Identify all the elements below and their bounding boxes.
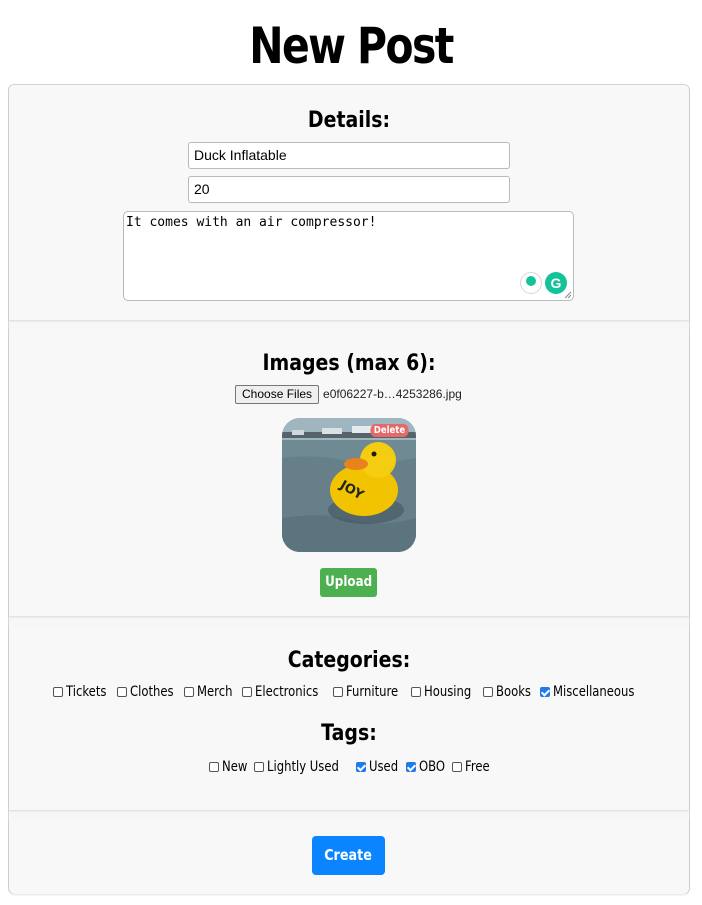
tag-label: New — [221, 759, 248, 775]
category-list: Tickets Clothes Merch Electronics Furnit… — [9, 684, 689, 700]
price-input[interactable]: 20 — [188, 176, 510, 203]
duck-photo: JOY — [282, 418, 416, 552]
tag-option-free[interactable]: Free — [452, 759, 491, 775]
images-heading: Images (max 6): — [262, 351, 436, 376]
file-picker[interactable]: Choose Files e0f06227-b…4253286.jpg — [235, 384, 462, 404]
category-checkbox[interactable] — [116, 687, 127, 697]
create-section: Create — [9, 820, 689, 894]
tag-label: Lightly Used — [267, 759, 340, 775]
choose-files-button[interactable]: Choose Files — [235, 384, 320, 404]
tag-checkbox[interactable] — [208, 762, 219, 772]
category-label: Books — [495, 684, 531, 700]
resize-handle-icon[interactable] — [564, 291, 572, 299]
delete-image-button[interactable]: Delete — [370, 424, 409, 437]
tag-list: New Lightly Used Used OBO Free — [9, 759, 689, 775]
post-form: Details: Duck Inflatable 20 It comes wit… — [8, 84, 690, 894]
category-label: Furniture — [346, 684, 399, 700]
category-checkbox[interactable] — [482, 687, 493, 697]
category-option-furniture[interactable]: Furniture — [333, 684, 403, 700]
tags-heading: Tags: — [321, 721, 377, 746]
tag-option-lightly-used[interactable]: Lightly Used — [254, 759, 348, 775]
tag-checkbox[interactable] — [254, 762, 265, 772]
category-option-housing[interactable]: Housing — [410, 684, 475, 700]
categories-section: Categories: Tickets Clothes Merch Electr… — [9, 625, 689, 810]
category-label: Merch — [197, 684, 233, 700]
category-label: Miscellaneous — [553, 684, 635, 700]
description-textarea[interactable]: It comes with an air compressor! G — [123, 211, 574, 301]
create-button-label: Create — [324, 846, 373, 864]
tag-label: Used — [368, 759, 399, 775]
category-checkbox[interactable] — [241, 687, 252, 697]
grammarly-suggestion-icon[interactable] — [520, 272, 542, 294]
category-option-clothes[interactable]: Clothes — [116, 684, 177, 700]
category-option-electronics[interactable]: Electronics — [241, 684, 325, 700]
tag-checkbox[interactable] — [406, 762, 417, 772]
category-checkbox[interactable] — [333, 687, 344, 697]
details-heading: Details: — [307, 108, 391, 133]
tag-label: OBO — [419, 759, 446, 775]
title-input[interactable]: Duck Inflatable — [188, 142, 510, 169]
description-text: It comes with an air compressor! — [126, 215, 377, 230]
upload-button[interactable]: Upload — [320, 568, 377, 597]
tag-label: Free — [465, 759, 491, 775]
category-checkbox[interactable] — [540, 687, 550, 697]
category-label: Housing — [423, 684, 472, 700]
images-section: Images (max 6): Choose Files e0f06227-b…… — [9, 328, 689, 616]
tag-option-new[interactable]: New — [208, 759, 248, 775]
category-option-miscellaneous[interactable]: Miscellaneous — [540, 684, 645, 700]
create-button[interactable]: Create — [312, 836, 385, 875]
selected-file-name: e0f06227-b…4253286.jpg — [323, 387, 462, 401]
category-option-books[interactable]: Books — [482, 684, 532, 700]
grammarly-widget[interactable]: G — [520, 272, 567, 294]
categories-heading: Categories: — [287, 648, 411, 673]
tag-option-used[interactable]: Used — [355, 759, 399, 775]
category-checkbox[interactable] — [184, 687, 195, 697]
category-label: Tickets — [65, 684, 107, 700]
details-section: Details: Duck Inflatable 20 It comes wit… — [9, 85, 689, 320]
tag-option-obo[interactable]: OBO — [406, 759, 446, 775]
upload-button-label: Upload — [325, 574, 372, 590]
tag-checkbox[interactable] — [452, 762, 463, 772]
category-checkbox[interactable] — [410, 687, 421, 697]
category-option-tickets[interactable]: Tickets — [52, 684, 109, 700]
page-title: New Post — [249, 17, 454, 75]
category-label: Clothes — [129, 684, 174, 700]
uploaded-image-thumbnail: JOY Delete — [282, 418, 416, 552]
category-label: Electronics — [254, 684, 319, 700]
category-option-merch[interactable]: Merch — [184, 684, 234, 700]
category-checkbox[interactable] — [52, 687, 63, 697]
tag-checkbox[interactable] — [355, 762, 366, 772]
